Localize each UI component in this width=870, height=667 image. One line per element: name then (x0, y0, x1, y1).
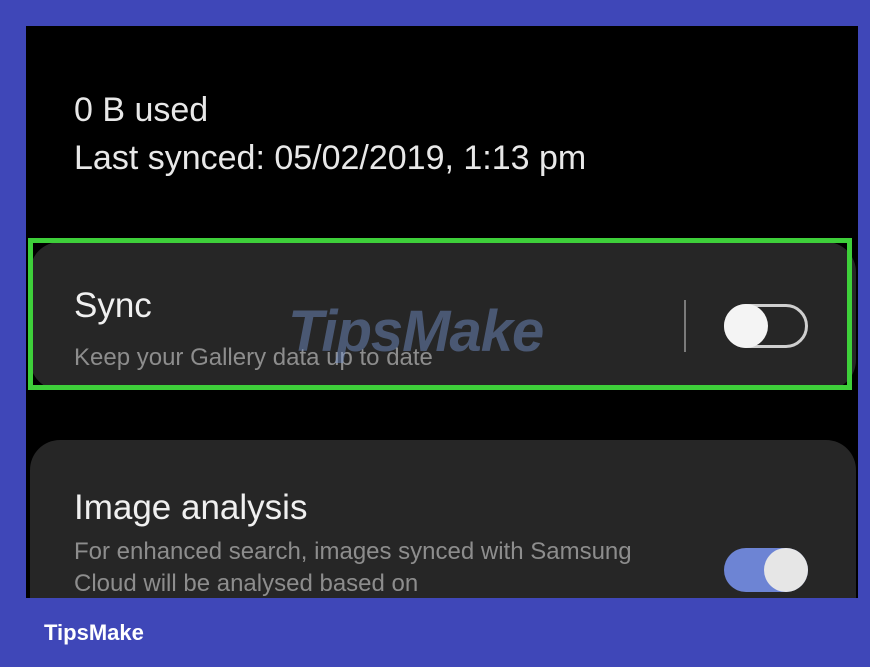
settings-screen: 0 B used Last synced: 05/02/2019, 1:13 p… (26, 26, 858, 598)
image-analysis-setting[interactable]: Image analysis For enhanced search, imag… (30, 440, 856, 598)
storage-used: 0 B used (74, 91, 209, 129)
sync-toggle[interactable] (724, 304, 808, 348)
toggle-knob (764, 548, 808, 592)
sync-setting[interactable]: Sync Keep your Gallery data up to date (30, 242, 856, 390)
sync-subtitle: Keep your Gallery data up to date (74, 344, 433, 371)
storage-info: 0 B used Last synced: 05/02/2019, 1:13 p… (74, 86, 586, 182)
image-analysis-subtitle: For enhanced search, images synced with … (74, 538, 632, 597)
last-synced: Last synced: 05/02/2019, 1:13 pm (74, 139, 587, 177)
toggle-knob (724, 304, 768, 348)
divider (684, 300, 686, 352)
image-analysis-toggle[interactable] (724, 548, 808, 592)
image-analysis-title: Image analysis (74, 488, 308, 527)
sync-title: Sync (74, 286, 152, 325)
footer-brand: TipsMake (44, 620, 144, 645)
